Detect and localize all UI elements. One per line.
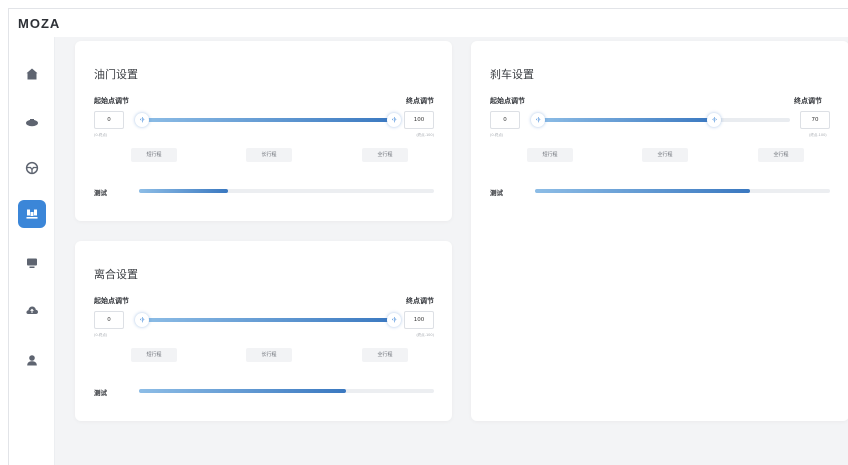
test-bar [139, 389, 434, 393]
end-point-label: 终点调节 [794, 97, 822, 105]
start-point-label: 起始点调节 [94, 97, 129, 105]
start-range-hint: (0-终点) [490, 133, 504, 137]
long-travel-button[interactable]: 长行程 [246, 148, 292, 162]
user-icon [27, 355, 37, 366]
test-bar-fill [139, 389, 346, 393]
start-slider-handle[interactable]: ‹|› [135, 313, 149, 327]
end-value-input[interactable]: 100 [404, 111, 434, 129]
test-label: 测试 [94, 189, 107, 197]
short-travel-button[interactable]: 短行程 [131, 148, 177, 162]
sidebar-item-motor[interactable] [18, 109, 46, 137]
top-bar: MOZA [9, 9, 848, 37]
end-slider-handle[interactable]: ‹|› [387, 113, 401, 127]
start-value-input[interactable]: 0 [94, 311, 124, 329]
range-slider-track[interactable]: ‹|› ‹|› [135, 113, 401, 127]
start-range-hint: (0-终点) [94, 333, 108, 337]
sidebar-item-pedals[interactable] [18, 200, 46, 228]
range-slider-fill [538, 118, 715, 122]
cloud-upload-icon [26, 306, 38, 314]
sidebar [9, 37, 55, 465]
end-point-label: 终点调节 [406, 297, 434, 305]
end-range-hint: (终点-100) [416, 333, 434, 337]
range-slider-track[interactable]: ‹|› ‹|› [531, 113, 790, 127]
test-bar [139, 189, 434, 193]
end-range-hint: (终点-100) [809, 133, 827, 137]
end-value-input[interactable]: 70 [800, 111, 830, 129]
test-bar-fill [139, 189, 228, 193]
start-value-input[interactable]: 0 [490, 111, 520, 129]
end-value-input[interactable]: 100 [404, 311, 434, 329]
long-travel-button[interactable]: 全行程 [642, 148, 688, 162]
range-slider-fill [142, 318, 394, 322]
end-range-hint: (终点-100) [416, 133, 434, 137]
sidebar-item-user[interactable] [18, 346, 46, 374]
moza-logo: MOZA [18, 16, 61, 31]
test-bar-fill [535, 189, 751, 193]
end-slider-handle[interactable]: ‹|› [387, 313, 401, 327]
end-point-label: 终点调节 [406, 97, 434, 105]
range-slider-fill [142, 118, 394, 122]
start-point-label: 起始点调节 [94, 297, 129, 305]
full-travel-button[interactable]: 全行程 [362, 348, 408, 362]
pedals-icon [26, 209, 38, 219]
test-label: 测试 [490, 189, 503, 197]
dashboard-icon [27, 258, 37, 268]
short-travel-button[interactable]: 短行程 [527, 148, 573, 162]
range-slider-track[interactable]: ‹|› ‹|› [135, 313, 401, 327]
home-icon [26, 68, 38, 80]
short-travel-button[interactable]: 短行程 [131, 348, 177, 362]
clutch-card: 离合设置 起始点调节 终点调节 0 100 (0-终点) (终点-100) ‹|… [75, 241, 452, 421]
test-bar [535, 189, 830, 193]
start-slider-handle[interactable]: ‹|› [135, 113, 149, 127]
sidebar-item-upload[interactable] [18, 296, 46, 324]
card-title: 离合设置 [94, 268, 138, 281]
sidebar-item-wheel[interactable] [18, 154, 46, 182]
end-slider-handle[interactable]: ‹|› [707, 113, 722, 127]
sidebar-item-home[interactable] [18, 60, 46, 88]
start-value-input[interactable]: 0 [94, 111, 124, 129]
motor-icon [26, 119, 38, 127]
long-travel-button[interactable]: 长行程 [246, 348, 292, 362]
app-window: MOZA 油门设置 起始点调节 终点调节 0 100 (0-终点) (终点-10… [8, 8, 848, 465]
test-label: 测试 [94, 389, 107, 397]
sidebar-item-dashboard[interactable] [18, 249, 46, 277]
card-title: 油门设置 [94, 68, 138, 81]
brake-card: 刹车设置 起始点调节 终点调节 0 70 (0-终点) (终点-100) ‹|›… [471, 41, 848, 421]
throttle-card: 油门设置 起始点调节 终点调节 0 100 (0-终点) (终点-100) ‹|… [75, 41, 452, 221]
start-slider-handle[interactable]: ‹|› [531, 113, 545, 127]
full-travel-button[interactable]: 全行程 [758, 148, 804, 162]
steering-wheel-icon [25, 161, 39, 175]
start-range-hint: (0-终点) [94, 133, 108, 137]
start-point-label: 起始点调节 [490, 97, 525, 105]
card-title: 刹车设置 [490, 68, 534, 81]
full-travel-button[interactable]: 全行程 [362, 148, 408, 162]
